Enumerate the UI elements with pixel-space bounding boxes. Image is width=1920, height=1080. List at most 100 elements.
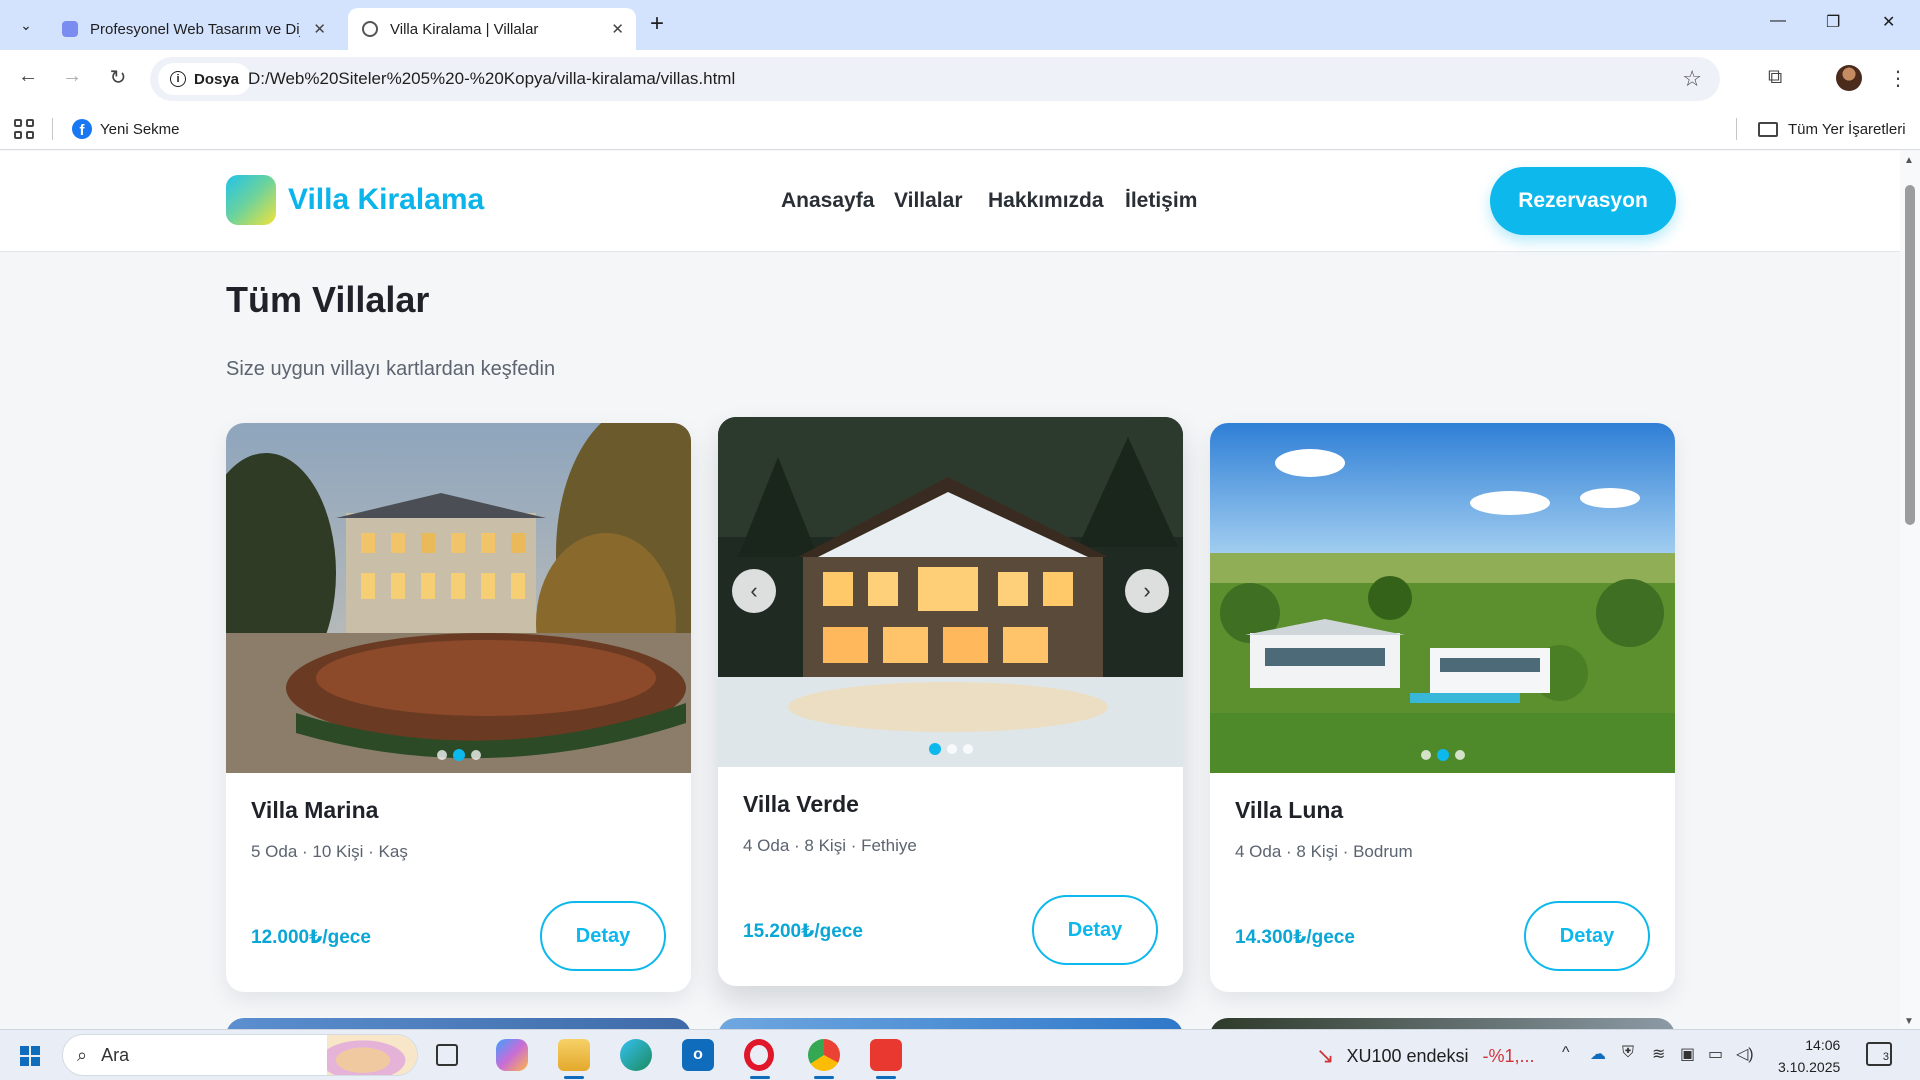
villa-meta: 5 Oda · 10 Kişi · Kaş <box>251 842 408 861</box>
all-bookmarks-label: Tüm Yer İşaretleri <box>1788 120 1906 138</box>
notification-count: 3 <box>1882 1051 1889 1063</box>
battery-icon[interactable]: ▭ <box>1708 1044 1723 1064</box>
villa-photo[interactable]: ‹ › <box>718 417 1183 767</box>
address-bar[interactable]: i Dosya D:/Web%20Siteler%205%20-%20Kopya… <box>150 57 1720 101</box>
outlook-icon[interactable]: o <box>682 1039 714 1071</box>
tab-search-chevron-icon[interactable]: ⌄ <box>12 11 40 39</box>
carousel-dot[interactable] <box>962 744 973 754</box>
folder-icon <box>1758 121 1778 137</box>
carousel-dot[interactable] <box>946 744 957 754</box>
villa-price: 15.200₺/gece <box>743 921 863 942</box>
villa-meta: 4 Oda · 8 Kişi · Fethiye <box>743 836 917 855</box>
nav-villalar[interactable]: Villalar <box>894 189 963 213</box>
opera-icon[interactable] <box>744 1039 774 1071</box>
villa-card-peek[interactable] <box>226 1018 691 1029</box>
bookmark-star-icon[interactable]: ☆ <box>1682 66 1702 92</box>
info-icon: i <box>170 71 186 87</box>
system-clock[interactable]: 14:06 3.10.2025 <box>1778 1034 1840 1078</box>
villa-name: Villa Verde <box>743 791 859 817</box>
detail-button[interactable]: Detay <box>540 901 666 971</box>
reservation-button[interactable]: Rezervasyon <box>1490 167 1676 235</box>
tab-inactive[interactable]: Profesyonel Web Tasarım ve Dij ✕ <box>48 8 338 50</box>
display-icon[interactable]: ▣ <box>1680 1044 1695 1064</box>
new-tab-plus-icon[interactable]: + <box>650 12 664 36</box>
chrome-icon[interactable] <box>808 1039 840 1071</box>
villa-photo[interactable] <box>1210 423 1675 773</box>
scroll-thumb[interactable] <box>1905 185 1915 525</box>
bookmark-label: Yeni Sekme <box>100 120 180 138</box>
search-highlight-image <box>327 1035 417 1075</box>
scroll-down-arrow-icon[interactable]: ▼ <box>1904 1016 1914 1027</box>
forward-arrow-icon[interactable]: → <box>58 65 86 88</box>
app-running-indicator <box>750 1076 770 1079</box>
carousel-dot[interactable] <box>470 750 481 760</box>
villa-card-marina[interactable]: Villa Marina 5 Oda · 10 Kişi · Kaş 12.00… <box>226 423 691 992</box>
carousel-prev-arrow[interactable]: ‹ <box>732 569 776 613</box>
villa-name: Villa Marina <box>251 797 379 823</box>
villa-price: 14.300₺/gece <box>1235 927 1355 948</box>
minimize-icon[interactable]: — <box>1770 12 1786 30</box>
tray-overflow-chevron-icon[interactable]: ^ <box>1562 1044 1570 1062</box>
browser-toolbar: ← → ↻ i Dosya D:/Web%20Siteler%205%20-%2… <box>0 50 1920 108</box>
all-bookmarks[interactable]: Tüm Yer İşaretleri <box>1758 108 1906 150</box>
windows-start-icon[interactable] <box>20 1046 40 1066</box>
taskbar-search[interactable]: ⌕ Ara <box>62 1034 418 1076</box>
tab-close-icon[interactable]: ✕ <box>313 20 326 38</box>
carousel-dots <box>1210 749 1675 761</box>
carousel-dot-active[interactable] <box>928 743 941 755</box>
tab-active[interactable]: Villa Kiralama | Villalar ✕ <box>348 8 636 50</box>
villa-name: Villa Luna <box>1235 797 1344 823</box>
stock-chart-icon: ↘ <box>1316 1043 1335 1068</box>
url-text[interactable]: D:/Web%20Siteler%205%20-%20Kopya/villa-k… <box>248 69 735 89</box>
tab-favicon-icon <box>62 21 78 37</box>
villa-meta: 4 Oda · 8 Kişi · Bodrum <box>1235 842 1413 861</box>
carousel-next-arrow[interactable]: › <box>1125 569 1169 613</box>
carousel-dot-active[interactable] <box>1436 749 1449 761</box>
villa-photo[interactable] <box>226 423 691 773</box>
site-info-chip[interactable]: i Dosya <box>158 63 252 95</box>
app-running-indicator <box>564 1076 584 1079</box>
stock-ticker-widget[interactable]: ↘ XU100 endeksi -%1,... <box>1316 1043 1535 1069</box>
edge-icon[interactable] <box>620 1039 652 1071</box>
tab-close-icon[interactable]: ✕ <box>611 20 624 38</box>
carousel-dot-active[interactable] <box>452 749 465 761</box>
detail-button[interactable]: Detay <box>1524 901 1650 971</box>
tab-strip: ⌄ Profesyonel Web Tasarım ve Dij ✕ Villa… <box>0 0 1920 50</box>
villa-card-peek[interactable] <box>718 1018 1183 1029</box>
page-viewport: Villa Kiralama Anasayfa Villalar Hakkımı… <box>0 151 1900 1029</box>
bookmark-yeni-sekme[interactable]: f Yeni Sekme <box>72 108 180 150</box>
profile-avatar[interactable] <box>1836 65 1862 91</box>
onedrive-icon[interactable]: ☁ <box>1590 1044 1606 1064</box>
file-explorer-icon[interactable] <box>558 1039 590 1071</box>
window-close-icon[interactable]: ✕ <box>1882 12 1895 32</box>
villa-card-peek[interactable] <box>1210 1018 1675 1029</box>
detail-button[interactable]: Detay <box>1032 895 1158 965</box>
nav-iletisim[interactable]: İletişim <box>1125 189 1197 213</box>
logo-mark[interactable] <box>226 175 276 225</box>
apps-grid-icon[interactable] <box>14 119 34 139</box>
villa-card-luna[interactable]: Villa Luna 4 Oda · 8 Kişi · Bodrum 14.30… <box>1210 423 1675 992</box>
scroll-up-arrow-icon[interactable]: ▲ <box>1904 155 1914 166</box>
menu-kebab-icon[interactable]: ⋮ <box>1888 66 1908 91</box>
carousel-dot[interactable] <box>436 750 447 760</box>
security-icon[interactable]: ⛨ <box>1622 1044 1634 1062</box>
page-scrollbar[interactable]: ▲ ▼ <box>1900 151 1920 1029</box>
nav-anasayfa[interactable]: Anasayfa <box>781 189 874 213</box>
reload-icon[interactable]: ↻ <box>104 65 132 90</box>
extensions-icon[interactable]: ⧉ <box>1768 66 1782 89</box>
carousel-dot[interactable] <box>1420 750 1431 760</box>
brand-name[interactable]: Villa Kiralama <box>288 183 484 217</box>
nav-hakkimizda[interactable]: Hakkımızda <box>988 189 1104 213</box>
task-view-icon[interactable] <box>436 1044 458 1066</box>
wifi-icon[interactable]: ≋ <box>1652 1044 1665 1064</box>
page-subtitle: Size uygun villayı kartlardan keşfedin <box>226 358 556 380</box>
notification-center-icon[interactable]: 3 <box>1866 1042 1892 1066</box>
volume-icon[interactable]: ◁) <box>1736 1044 1754 1064</box>
carousel-dots <box>226 749 691 761</box>
villa-card-verde[interactable]: ‹ › Villa Verde 4 Oda · 8 Kişi · Fethiye… <box>718 417 1183 986</box>
restore-icon[interactable]: ❐ <box>1826 12 1840 32</box>
red-app-icon[interactable] <box>870 1039 902 1071</box>
back-arrow-icon[interactable]: ← <box>14 65 42 88</box>
copilot-icon[interactable] <box>496 1039 528 1071</box>
carousel-dot[interactable] <box>1454 750 1465 760</box>
